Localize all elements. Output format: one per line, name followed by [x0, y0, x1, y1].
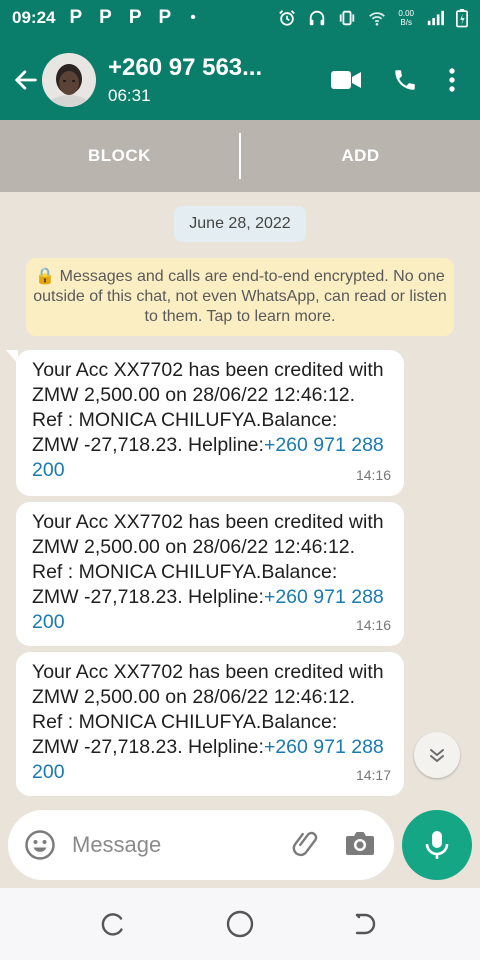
bubble-tail	[6, 350, 18, 364]
status-notification-p: P	[158, 7, 172, 28]
date-chip: June 28, 2022	[174, 206, 306, 242]
status-notification-p: P	[99, 7, 112, 28]
contact-info[interactable]: +260 97 563... 06:31	[108, 54, 288, 106]
more-options-button[interactable]	[448, 67, 456, 93]
scroll-to-bottom-button[interactable]	[414, 732, 460, 778]
home-icon	[226, 910, 254, 938]
contact-name: +260 97 563...	[108, 54, 263, 81]
avatar[interactable]	[42, 53, 96, 107]
recents-icon	[101, 913, 123, 936]
contact-last-seen: 06:31	[108, 86, 151, 105]
camera-icon	[346, 831, 374, 855]
status-bar: 09:24 P P P P • 0.00 B/s	[0, 0, 480, 36]
emoji-icon	[25, 830, 55, 860]
back-arrow-icon	[15, 70, 37, 90]
add-contact-button[interactable]: ADD	[241, 146, 480, 166]
unknown-contact-bar: BLOCK ADD	[0, 120, 480, 192]
message-time: 14:17	[355, 767, 391, 783]
video-call-button[interactable]	[330, 69, 362, 91]
status-right: 0.00 B/s	[278, 8, 468, 28]
headset-icon	[310, 10, 325, 26]
message-composer: Message	[8, 810, 394, 880]
message-time: 14:16	[355, 467, 391, 483]
back-nav-icon	[355, 913, 376, 935]
video-call-icon	[331, 71, 361, 89]
top-bar: 09:24 P P P P • 0.00 B/s +260 97 563... …	[0, 0, 480, 120]
status-dot: •	[190, 9, 196, 26]
phone-icon	[395, 70, 415, 90]
recents-button[interactable]	[99, 909, 129, 939]
message-bubble[interactable]: Your Acc XX7702 has been credited with Z…	[16, 502, 404, 646]
message-bubble[interactable]: Your Acc XX7702 has been credited with Z…	[6, 350, 404, 496]
voice-message-button[interactable]	[402, 810, 472, 880]
status-time: 09:24	[12, 8, 56, 27]
battery-icon	[456, 9, 468, 28]
network-speed: 0.00 B/s	[398, 9, 414, 27]
emoji-button[interactable]	[24, 829, 56, 861]
speed-unit: B/s	[400, 18, 412, 27]
header-actions	[330, 67, 456, 93]
back-button[interactable]	[6, 60, 46, 100]
chat-area[interactable]: June 28, 2022 🔒 Messages and calls are e…	[0, 192, 480, 892]
voice-call-button[interactable]	[392, 67, 418, 93]
signal-icon	[427, 10, 444, 26]
message-bubble[interactable]: Your Acc XX7702 has been credited with Z…	[16, 652, 404, 796]
wifi-icon	[369, 12, 386, 26]
encryption-notice[interactable]: 🔒 Messages and calls are end-to-end encr…	[26, 258, 454, 336]
home-button[interactable]	[225, 909, 255, 939]
microphone-icon	[425, 831, 449, 859]
message-input[interactable]: Message	[72, 832, 161, 858]
status-notification-p: P	[69, 7, 83, 28]
back-nav-button[interactable]	[351, 909, 381, 939]
contact-photo	[42, 53, 96, 107]
more-vert-icon	[449, 68, 455, 92]
block-button[interactable]: BLOCK	[0, 146, 239, 166]
message-time: 14:16	[355, 617, 391, 633]
double-chevron-down-icon	[430, 749, 444, 762]
paperclip-icon	[292, 831, 318, 856]
status-notification-p: P	[128, 7, 142, 28]
vibrate-icon	[340, 10, 355, 26]
alarm-icon	[279, 10, 296, 26]
camera-button[interactable]	[344, 829, 376, 862]
chat-header: +260 97 563... 06:31	[0, 40, 480, 120]
system-nav-bar	[0, 888, 480, 960]
speed-value: 0.00	[398, 9, 414, 18]
attach-button[interactable]	[292, 828, 322, 863]
